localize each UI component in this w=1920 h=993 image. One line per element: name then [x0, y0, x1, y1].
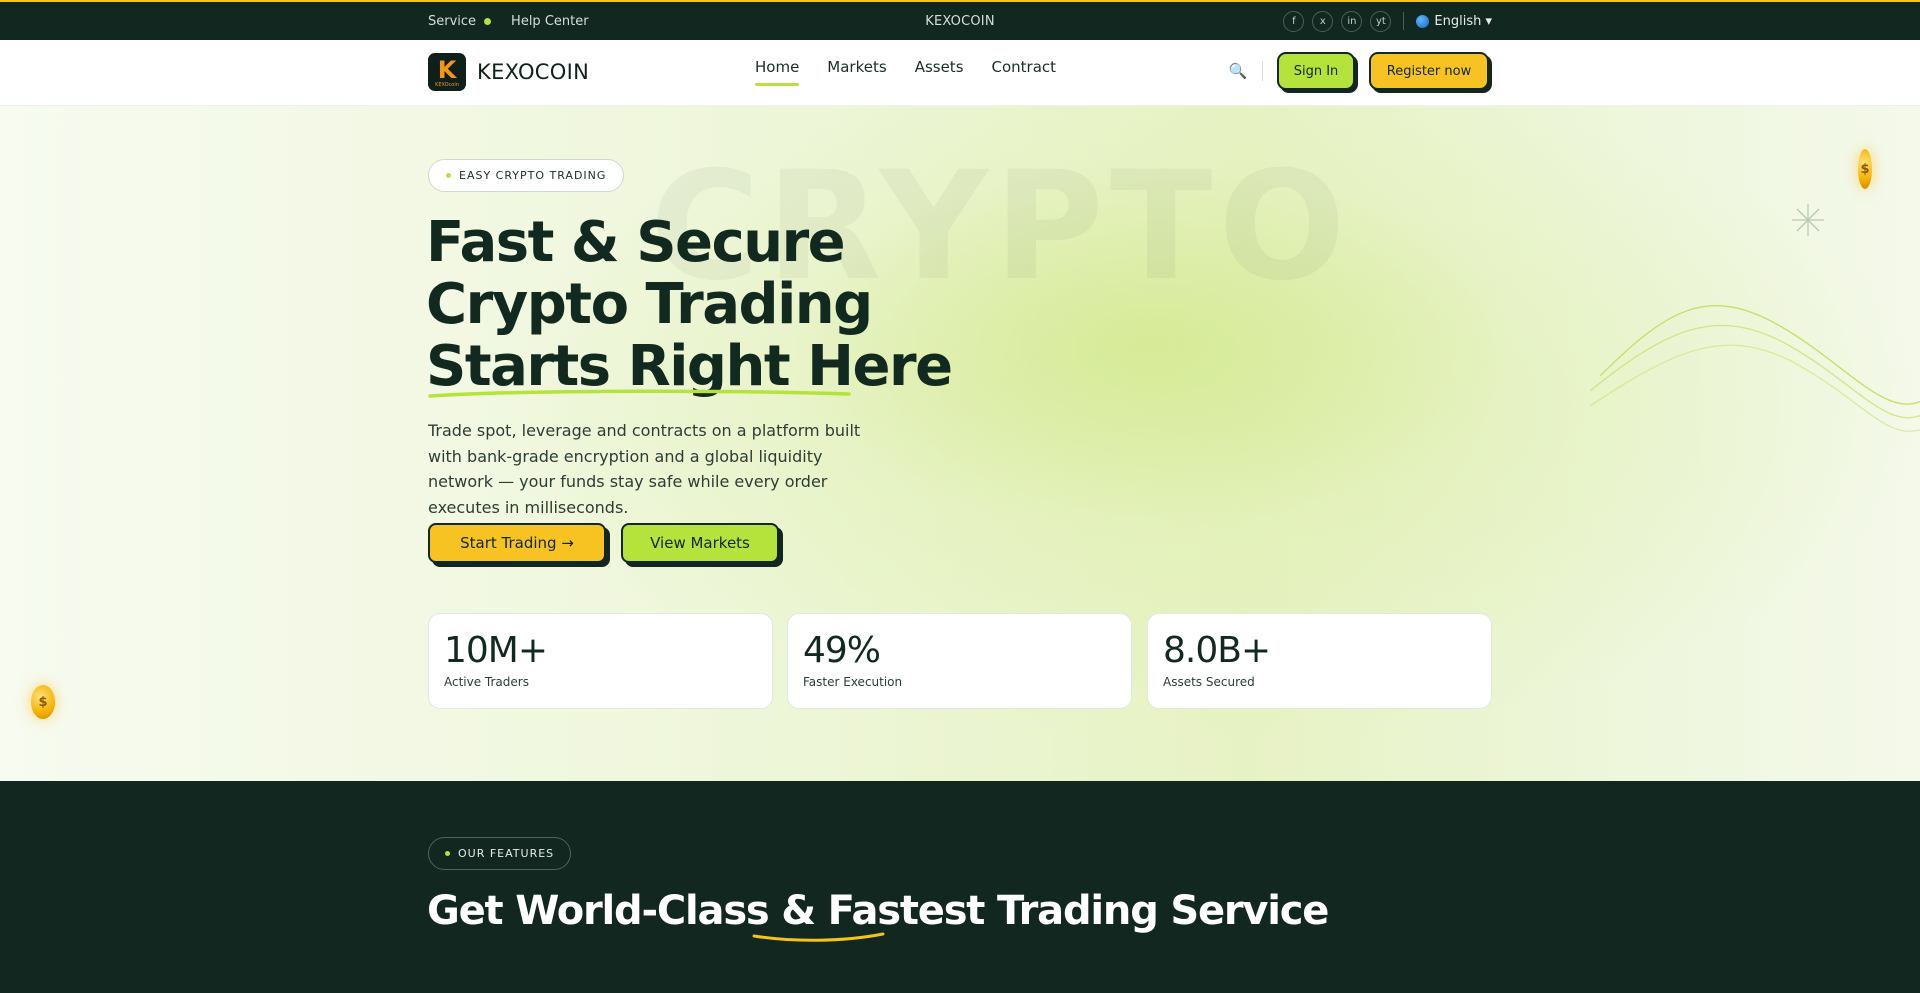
- nav-markets[interactable]: Markets: [827, 58, 886, 86]
- register-button[interactable]: Register now: [1369, 52, 1489, 90]
- hero-section: CRYPTO $ $ EASY CRYPTO TRADING Fast & Se…: [0, 106, 1920, 781]
- facebook-icon[interactable]: f: [1283, 10, 1305, 32]
- badge-dot: [445, 851, 450, 856]
- nav-contract[interactable]: Contract: [992, 58, 1057, 86]
- title-underline: [428, 389, 851, 398]
- stat-card: 10M+ Active Traders: [428, 613, 773, 709]
- center-brand: KEXOCOIN: [925, 13, 995, 29]
- logo-text: KEXOCOIN: [477, 60, 590, 84]
- nav-home[interactable]: Home: [755, 58, 800, 86]
- decorative-waves: [1590, 304, 1920, 432]
- search-icon[interactable]: 🔍: [1228, 61, 1248, 81]
- stat-value: 49%: [803, 630, 881, 671]
- globe-icon: [1416, 14, 1430, 28]
- coin-icon: $: [31, 685, 55, 719]
- features-title-start: Get World-Class &: [427, 888, 828, 934]
- status-dot: [484, 17, 492, 25]
- stat-card: 8.0B+ Assets Secured: [1147, 613, 1492, 709]
- hero-title-line: Crypto Trading: [426, 272, 873, 337]
- x-twitter-icon[interactable]: x: [1312, 10, 1334, 32]
- stat-value: 8.0B+: [1163, 630, 1271, 671]
- highlight-underline: [752, 932, 885, 942]
- main-nav: Home Markets Assets Contract: [755, 58, 1056, 86]
- hero-badge: EASY CRYPTO TRADING: [428, 159, 625, 192]
- nav-assets[interactable]: Assets: [915, 58, 964, 86]
- divider: [1262, 61, 1263, 81]
- logo-letter: K: [437, 56, 457, 84]
- hero-title: Fast & Secure Crypto Trading Starts Righ…: [426, 210, 953, 398]
- hero-title-line: Fast & Secure: [426, 210, 846, 275]
- sign-in-button[interactable]: Sign In: [1277, 52, 1355, 90]
- coin-icon: $: [1858, 149, 1872, 189]
- badge-dot: [446, 173, 451, 178]
- language-selector[interactable]: English ▾: [1416, 14, 1492, 29]
- hero-badge-label: EASY CRYPTO TRADING: [459, 169, 607, 182]
- youtube-icon[interactable]: yt: [1370, 10, 1392, 32]
- view-markets-button[interactable]: View Markets: [621, 523, 779, 563]
- stat-label: Active Traders: [444, 675, 529, 689]
- logo[interactable]: K KEXOcoin KEXOCOIN: [428, 53, 589, 91]
- service-label: Service: [428, 13, 477, 29]
- features-badge-label: OUR FEATURES: [458, 847, 555, 860]
- features-title: Get World-Class & Fastest Trading Servic…: [427, 888, 1329, 934]
- sparkle-icon: [1792, 204, 1824, 236]
- features-title-highlight: Fastest: [827, 888, 986, 934]
- logo-mark: K KEXOcoin: [428, 53, 466, 91]
- features-section: OUR FEATURES Get World-Class & Fastest T…: [0, 781, 1920, 993]
- stat-value: 10M+: [444, 630, 548, 671]
- language-label: English ▾: [1434, 13, 1492, 29]
- logo-mini-text: KEXOcoin: [435, 82, 459, 88]
- linkedin-icon[interactable]: in: [1341, 10, 1363, 32]
- features-badge: OUR FEATURES: [428, 837, 572, 870]
- stat-label: Faster Execution: [803, 675, 903, 689]
- start-trading-button[interactable]: Start Trading →: [428, 523, 606, 563]
- stat-label: Assets Secured: [1163, 675, 1255, 689]
- hero-description: Trade spot, leverage and contracts on a …: [428, 421, 861, 517]
- main-header: K KEXOcoin KEXOCOIN Home Markets Assets …: [0, 40, 1920, 106]
- divider: [1403, 12, 1405, 30]
- service-link[interactable]: Service: [428, 13, 492, 29]
- top-bar: Service Help Center KEXOCOIN f x in yt E…: [0, 0, 1920, 40]
- help-center-link[interactable]: Help Center: [511, 14, 589, 29]
- stat-card: 49% Faster Execution: [787, 613, 1132, 709]
- features-title-end: Trading Service: [984, 888, 1329, 934]
